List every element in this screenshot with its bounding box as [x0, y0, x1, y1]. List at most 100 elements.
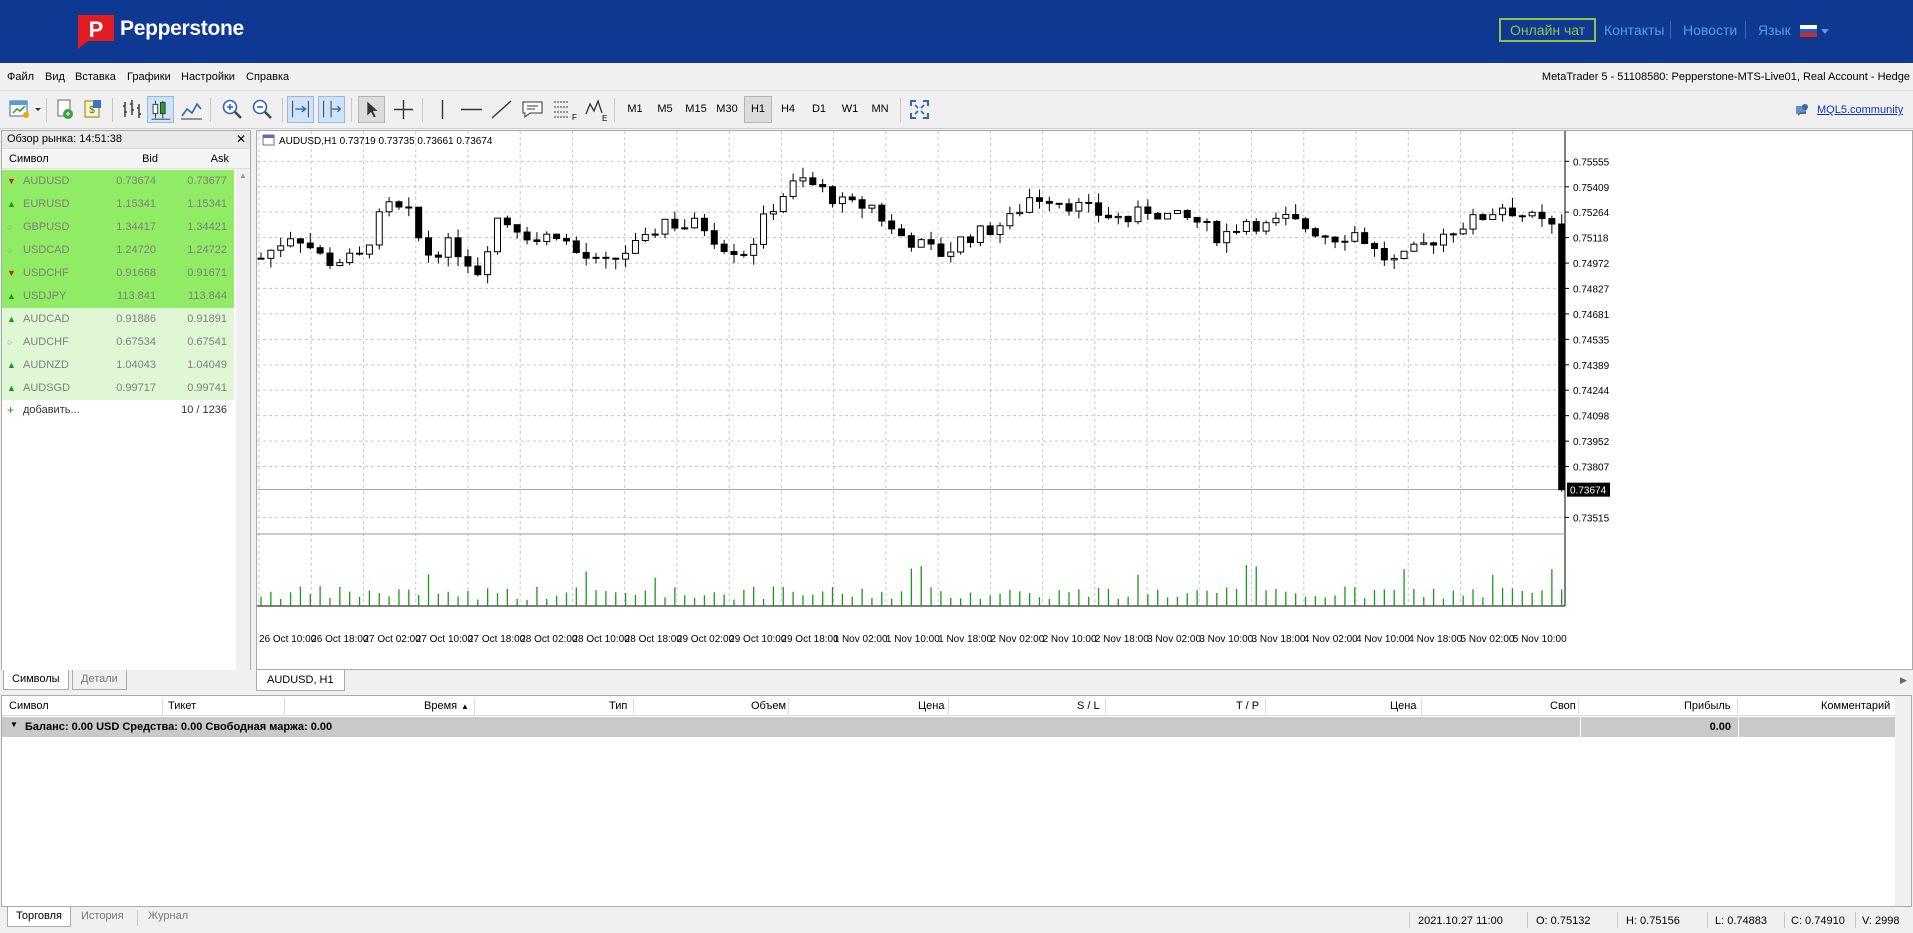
candle-body	[641, 233, 649, 242]
candle-body	[454, 237, 462, 258]
pepperstone-logo-icon[interactable]: P	[76, 13, 116, 50]
timeframe-h1[interactable]: H1	[744, 96, 772, 123]
timeframe-d1[interactable]: D1	[805, 96, 833, 123]
candlestick-chart-button[interactable]	[147, 96, 174, 123]
tab-chart-audusd-h1[interactable]: AUDUSD, H1	[256, 670, 345, 691]
tab-history[interactable]: История	[73, 907, 132, 927]
col-sl[interactable]: S / L	[1077, 700, 1100, 712]
add-symbol-label[interactable]: добавить...	[23, 399, 80, 422]
current-price-label: 0.73674	[1570, 486, 1607, 497]
candle-body	[720, 243, 728, 253]
zoom-out-button[interactable]	[249, 96, 276, 123]
bar-chart-button[interactable]	[117, 96, 144, 123]
market-watch-row[interactable]: ○ GBPUSD 1.34417 1.34421	[2, 216, 234, 239]
price-axis-label: 0.74681	[1573, 310, 1610, 321]
market-watch-row[interactable]: ▲ EURUSD 1.15341 1.15341	[2, 193, 234, 216]
col-swap[interactable]: Своп	[1550, 700, 1576, 712]
col-type[interactable]: Тип	[609, 700, 627, 712]
add-symbol-row[interactable]: + добавить... 10 / 1236	[2, 399, 234, 422]
mql5-community-link[interactable]: MQL5.community	[1817, 104, 1903, 116]
russia-flag-icon[interactable]	[1800, 25, 1817, 37]
balance-row[interactable]: ▼ Баланс: 0.00 USD Средства: 0.00 Свобод…	[2, 717, 1896, 737]
col-tp[interactable]: T / P	[1236, 700, 1259, 712]
candle-body	[1095, 202, 1103, 216]
online-chat-button[interactable]: Онлайн чат	[1499, 18, 1597, 42]
scroll-up-icon[interactable]: ▲	[239, 171, 247, 180]
close-icon[interactable]: ✕	[236, 131, 246, 148]
horizontal-line-button[interactable]	[458, 96, 485, 123]
new-chart-button[interactable]	[6, 96, 42, 123]
tab-symbols[interactable]: Символы	[3, 670, 69, 690]
col-price-current[interactable]: Цена	[1390, 700, 1416, 712]
strategy-tester-button[interactable]: $	[79, 96, 106, 123]
status-divider	[1409, 912, 1410, 928]
language-link[interactable]: Язык	[1758, 22, 1791, 38]
cursor-tool-button[interactable]	[358, 96, 385, 123]
market-watch-row[interactable]: ▲ AUDSGD 0.99717 0.99741	[2, 377, 234, 400]
col-price[interactable]: Цена	[918, 700, 944, 712]
market-watch-row[interactable]: ▼ AUDUSD 0.73674 0.73677	[2, 170, 234, 193]
crosshair-button[interactable]	[390, 96, 417, 123]
timeframe-m30[interactable]: M30	[713, 96, 741, 123]
menu-help[interactable]: Справка	[246, 71, 289, 83]
news-link[interactable]: Новости	[1683, 22, 1737, 38]
chart-shift-button[interactable]	[318, 96, 345, 123]
menu-settings[interactable]: Настройки	[181, 71, 235, 83]
market-watch-row[interactable]: ▲ AUDNZD 1.04043 1.04049	[2, 354, 234, 377]
contacts-link[interactable]: Контакты	[1604, 22, 1664, 38]
zoom-in-button[interactable]	[219, 96, 246, 123]
mql5-community-icon[interactable]	[1795, 103, 1809, 117]
menu-file[interactable]: Файл	[7, 71, 34, 83]
profiles-button[interactable]	[51, 96, 78, 123]
time-axis-label: 29 Oct 10:00	[729, 634, 787, 645]
elliott-wave-button[interactable]: E	[582, 96, 609, 123]
col-time[interactable]: Время	[424, 700, 457, 712]
chart-tabs-scroll-icon[interactable]: ▶	[1900, 675, 1907, 686]
timeframe-m1[interactable]: M1	[621, 96, 649, 123]
menu-view[interactable]: Вид	[45, 71, 65, 83]
column-symbol[interactable]: Символ	[9, 150, 49, 168]
col-symbol[interactable]: Символ	[9, 700, 49, 712]
auto-scroll-button[interactable]	[287, 96, 314, 123]
market-watch-scrollbar[interactable]: ▲ ▼	[236, 169, 250, 689]
price-chart[interactable]: 26 Oct 10:0026 Oct 18:0027 Oct 02:0027 O…	[257, 131, 1912, 669]
market-watch-row[interactable]: ▲ AUDCAD 0.91886 0.91891	[2, 308, 234, 331]
candle-body	[1331, 236, 1339, 243]
market-watch-row[interactable]: ○ AUDCHF 0.67534 0.67541	[2, 331, 234, 354]
tab-trade[interactable]: Торговля	[7, 907, 71, 927]
text-label-button[interactable]	[519, 96, 546, 123]
market-watch-row[interactable]: ○ USDCAD 1.24720 1.24722	[2, 239, 234, 262]
tab-journal[interactable]: Журнал	[140, 907, 197, 927]
trendline-button[interactable]	[488, 96, 515, 123]
menu-charts[interactable]: Графики	[127, 71, 171, 83]
column-ask[interactable]: Ask	[211, 150, 229, 168]
col-profit[interactable]: Прибыль	[1684, 700, 1731, 712]
chevron-down-icon[interactable]	[1821, 29, 1829, 34]
timeframe-w1[interactable]: W1	[836, 96, 864, 123]
tab-details[interactable]: Детали	[72, 670, 127, 690]
timeframe-m5[interactable]: M5	[651, 96, 679, 123]
col-comment[interactable]: Комментарий	[1821, 700, 1890, 712]
column-bid[interactable]: Bid	[142, 150, 158, 168]
timeframe-mn[interactable]: MN	[866, 96, 894, 123]
col-ticket[interactable]: Тикет	[168, 700, 196, 712]
menu-insert[interactable]: Вставка	[75, 71, 116, 83]
brand-name[interactable]: Pepperstone	[120, 17, 244, 41]
bid-price: 0.99717	[116, 382, 156, 394]
line-chart-button[interactable]	[178, 96, 205, 123]
collapse-icon[interactable]: ▼	[10, 720, 18, 729]
candle-body	[1341, 240, 1349, 243]
fibonacci-button[interactable]: F	[550, 96, 577, 123]
col-volume[interactable]: Объем	[751, 700, 786, 712]
elliott-wave-icon: E	[585, 99, 607, 123]
timeframe-m15[interactable]: M15	[682, 96, 710, 123]
market-watch-row[interactable]: ▼ USDCHF 0.91668 0.91671	[2, 262, 234, 285]
vertical-line-button[interactable]	[429, 96, 456, 123]
fullscreen-button[interactable]	[906, 96, 933, 123]
candle-body	[1292, 214, 1300, 220]
symbol-name: EURUSD	[23, 198, 70, 210]
market-watch-row[interactable]: ▲ USDJPY 113.841 113.844	[2, 285, 234, 308]
timeframe-h4[interactable]: H4	[774, 96, 802, 123]
toolbox-scrollbar[interactable]	[1895, 696, 1911, 906]
chart-window[interactable]: 26 Oct 10:00 26 Oct 18:00 27 Oct 02:00 27 O…	[256, 130, 1913, 670]
